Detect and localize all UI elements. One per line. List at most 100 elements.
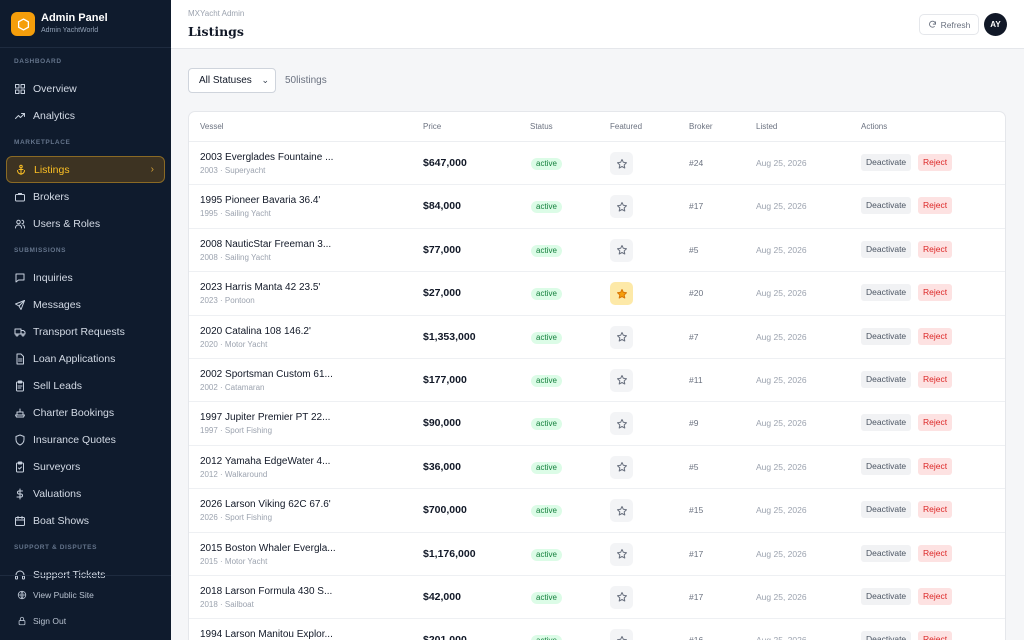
vessel-name[interactable]: 2012 Yamaha EdgeWater 4... — [200, 456, 330, 467]
deactivate-button[interactable]: Deactivate — [861, 284, 912, 302]
listed-date: Aug 25, 2026 — [756, 331, 807, 342]
featured-toggle[interactable] — [610, 238, 633, 262]
hexagon-icon — [11, 12, 35, 36]
listing-price: $1,176,000 — [423, 547, 476, 560]
reject-button[interactable]: Reject — [918, 631, 953, 640]
broker-id: #17 — [689, 548, 704, 559]
dollar-icon — [14, 488, 26, 500]
reject-button[interactable]: Reject — [918, 240, 953, 258]
reject-button[interactable]: Reject — [918, 414, 953, 432]
featured-toggle[interactable] — [610, 325, 633, 349]
featured-toggle[interactable] — [610, 629, 633, 640]
table-row: 2015 Boston Whaler Evergla... 2015 · Moto… — [189, 533, 1005, 576]
table-row: 1995 Pioneer Bavaria 36.4' 1995 · Sailing… — [189, 185, 1005, 229]
reject-button[interactable]: Reject — [918, 370, 953, 388]
listing-price: $700,000 — [423, 504, 467, 517]
deactivate-button[interactable]: Deactivate — [861, 414, 912, 432]
column-header-listed: Listed — [756, 122, 778, 131]
deactivate-button[interactable]: Deactivate — [861, 240, 912, 258]
reject-button[interactable]: Reject — [918, 327, 953, 345]
sidebar-item-loan-applications[interactable]: Loan Applications — [0, 345, 171, 372]
sidebar-item-inquiries[interactable]: Inquiries — [0, 264, 171, 291]
featured-toggle[interactable] — [610, 195, 633, 219]
sidebar-footer-view-public-site[interactable]: View Public Site — [0, 582, 171, 608]
sidebar-item-brokers[interactable]: Brokers — [0, 183, 171, 210]
broker-id: #9 — [689, 418, 699, 429]
vessel-name[interactable]: 1997 Jupiter Premier PT 22... — [200, 412, 330, 423]
sidebar-footer-label: View Public Site — [33, 590, 94, 600]
featured-toggle[interactable] — [610, 282, 633, 306]
vessel-name[interactable]: 2008 NauticStar Freeman 3... — [200, 239, 331, 250]
vessel-meta: 2020 · Motor Yacht — [200, 339, 268, 349]
featured-toggle[interactable] — [610, 152, 633, 175]
reject-button[interactable]: Reject — [918, 197, 953, 215]
featured-toggle[interactable] — [610, 542, 633, 566]
sidebar-item-boat-shows[interactable]: Boat Shows — [0, 507, 171, 534]
sidebar-item-listings[interactable]: Listings › — [6, 156, 165, 183]
featured-toggle[interactable] — [610, 412, 633, 436]
sidebar-item-sell-leads[interactable]: Sell Leads — [0, 372, 171, 399]
featured-toggle[interactable] — [610, 368, 633, 392]
breadcrumb: MXYacht Admin — [188, 9, 245, 18]
reject-button[interactable]: Reject — [918, 457, 953, 475]
featured-toggle[interactable] — [610, 499, 633, 523]
sidebar-item-charter-bookings[interactable]: Charter Bookings — [0, 399, 171, 426]
deactivate-button[interactable]: Deactivate — [861, 587, 912, 605]
sidebar-item-valuations[interactable]: Valuations — [0, 480, 171, 507]
nav-section-dashboard: DASHBOARD — [14, 58, 62, 65]
sidebar-item-insurance-quotes[interactable]: Insurance Quotes — [0, 426, 171, 453]
vessel-name[interactable]: 2018 Larson Formula 430 S... — [200, 586, 332, 597]
vessel-name[interactable]: 2015 Boston Whaler Evergla... — [200, 543, 336, 554]
reject-button[interactable]: Reject — [918, 544, 953, 562]
sidebar-item-label: Inquiries — [33, 271, 73, 284]
table-header: Vessel Price Status Featured Broker List… — [189, 112, 1005, 142]
vessel-name[interactable]: 2003 Everglades Fountaine ... — [200, 152, 333, 163]
sidebar-item-label: Sell Leads — [33, 379, 83, 392]
avatar[interactable]: AY — [984, 13, 1007, 36]
sidebar-item-overview[interactable]: Overview — [0, 75, 171, 102]
sidebar-item-users-and-roles[interactable]: Users & Roles — [0, 210, 171, 237]
status-badge: active — [531, 505, 562, 518]
vessel-name[interactable]: 2020 Catalina 108 146.2' — [200, 326, 311, 337]
column-header-vessel: Vessel — [200, 122, 224, 131]
listed-date: Aug 25, 2026 — [756, 461, 807, 472]
reject-button[interactable]: Reject — [918, 501, 953, 519]
sidebar-item-label: Valuations — [33, 487, 82, 500]
vessel-name[interactable]: 2002 Sportsman Custom 61... — [200, 369, 333, 380]
sidebar-item-label: Users & Roles — [33, 217, 101, 230]
vessel-name[interactable]: 1994 Larson Manitou Explor... — [200, 629, 333, 640]
sidebar-item-messages[interactable]: Messages — [0, 291, 171, 318]
deactivate-button[interactable]: Deactivate — [861, 544, 912, 562]
table-body: 2003 Everglades Fountaine ... 2003 · Supe… — [189, 142, 1005, 640]
featured-toggle[interactable] — [610, 585, 633, 609]
deactivate-button[interactable]: Deactivate — [861, 501, 912, 519]
broker-id: #16 — [689, 635, 703, 640]
column-header-broker: Broker — [689, 122, 713, 131]
deactivate-button[interactable]: Deactivate — [861, 197, 912, 215]
reject-button[interactable]: Reject — [918, 587, 953, 605]
status-filter-select[interactable]: All Statuses ⌄ — [188, 68, 276, 93]
reject-button[interactable]: Reject — [918, 154, 953, 171]
status-badge: active — [531, 288, 562, 301]
deactivate-button[interactable]: Deactivate — [861, 327, 912, 345]
sidebar-item-transport-requests[interactable]: Transport Requests — [0, 318, 171, 345]
vessel-name[interactable]: 2023 Harris Manta 42 23.5' — [200, 282, 320, 293]
listing-price: $201,000 — [423, 634, 467, 640]
reject-button[interactable]: Reject — [918, 284, 953, 302]
vessel-meta: 1997 · Sport Fishing — [200, 426, 273, 436]
vessel-name[interactable]: 2026 Larson Viking 62C 67.6' — [200, 499, 331, 510]
briefcase-icon — [14, 191, 26, 203]
deactivate-button[interactable]: Deactivate — [861, 457, 912, 475]
sidebar-item-analytics[interactable]: Analytics — [0, 102, 171, 129]
sidebar-item-label: Analytics — [33, 109, 76, 122]
refresh-button[interactable]: Refresh — [919, 14, 979, 35]
sidebar-item-surveyors[interactable]: Surveyors — [0, 453, 171, 480]
deactivate-button[interactable]: Deactivate — [861, 154, 912, 171]
deactivate-button[interactable]: Deactivate — [861, 631, 912, 640]
vessel-name[interactable]: 1995 Pioneer Bavaria 36.4' — [200, 195, 320, 206]
featured-toggle[interactable] — [610, 455, 633, 479]
users-icon — [14, 218, 26, 230]
star-icon — [616, 288, 628, 300]
sidebar-footer-sign-out[interactable]: Sign Out — [0, 608, 171, 634]
deactivate-button[interactable]: Deactivate — [861, 370, 912, 388]
